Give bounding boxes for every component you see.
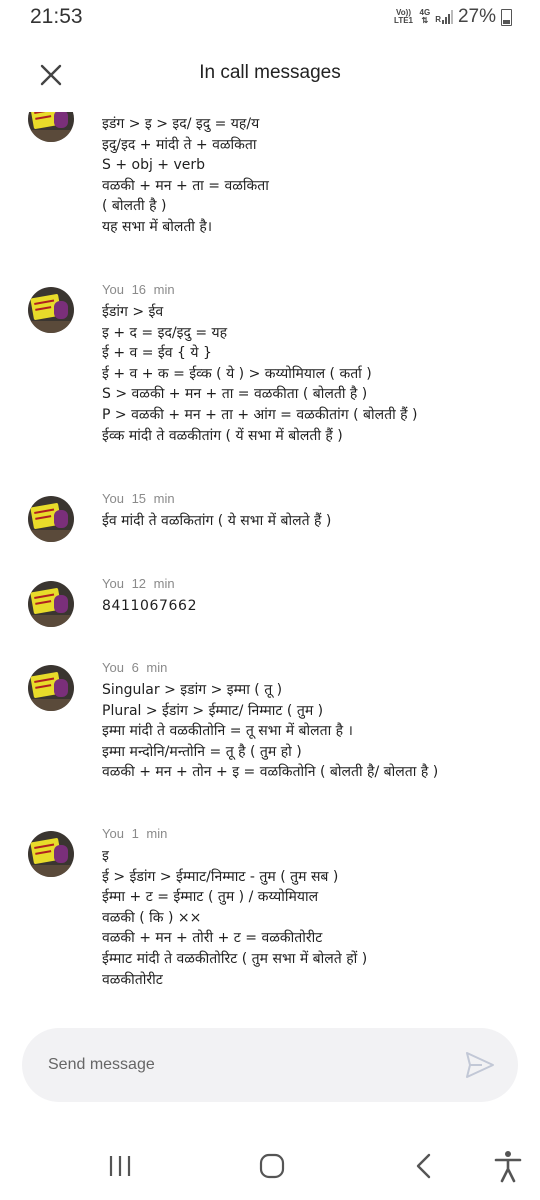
message-body: इ ई > ईडांग > ईम्माट/निम्माट - तुम ( तुम… <box>102 846 367 990</box>
message-line: S > वळकी + मन + ता = वळकीता ( बोलती है ) <box>102 386 368 403</box>
message-line: इम्मा मन्दोनि/मन्तोनि = तू है ( तुम हो ) <box>102 743 302 760</box>
message-body: ईव मांदी ते वळकितांग ( ये सभा में बोलते … <box>102 511 331 532</box>
message-line: ईम्माट मांदी ते वळकीतोरिट ( तुम सभा में … <box>102 950 368 967</box>
message-line: ई > ईडांग > ईम्माट/निम्माट - तुम ( तुम स… <box>102 868 339 885</box>
message-line: ईव्क मांदी ते वळकीतांग ( यें सभा में बोल… <box>102 427 343 444</box>
message-line: S + obj + verb <box>102 157 206 174</box>
sender-name: You <box>102 826 124 841</box>
message-time: 1 min <box>131 826 168 841</box>
volte-indicator: Vo)) LTE1 <box>394 8 413 25</box>
sender-name: You <box>102 282 124 297</box>
network-indicator: 4G ⇅ <box>420 9 431 25</box>
message-meta: You 6 min <box>102 660 167 675</box>
message-line: वळकी + मन + तोरी + ट = वळकीतोरीट <box>102 930 323 947</box>
message-line: ईम्मा + ट = ईम्माट ( तुम ) / कय्योमियाल <box>102 889 319 906</box>
home-button[interactable] <box>252 1148 292 1184</box>
message-time: 16 min <box>131 282 175 297</box>
message-line: वळकी + मन + ता = वळकिता <box>102 177 269 194</box>
battery-percent: 27% <box>457 6 496 27</box>
message-line: इडंग > इ > इद/ इदु = यह/य <box>102 116 260 132</box>
sender-name: You <box>102 491 124 506</box>
sender-name: You <box>102 660 124 675</box>
message-body: ईडांग > ईव इ + द = इद/इदु = यह ई + व = ई… <box>102 302 418 446</box>
roaming-indicator: R <box>435 15 441 24</box>
message-body: इडंग > इ > इद/ इदु = यह/य इदु/इद + मांदी… <box>102 114 269 238</box>
message-line: ईव मांदी ते वळकितांग ( ये सभा में बोलते … <box>102 513 332 529</box>
message-body: Singular > इडांग > इम्मा ( तू ) Plural >… <box>102 680 438 783</box>
message-line: इ + द = इद/इदु = यह <box>102 324 228 341</box>
home-icon <box>259 1153 285 1179</box>
page-title: In call messages <box>199 62 341 83</box>
message-line: P > वळकी + मन + ता + आंग = वळकीतांग ( बो… <box>102 406 418 423</box>
message-line: ई + व = ईव { ये } <box>102 345 212 362</box>
system-nav-bar <box>0 1130 540 1200</box>
message-meta: You 1 min <box>102 826 167 841</box>
message-time: 6 min <box>131 660 168 675</box>
recent-apps-icon <box>109 1156 131 1176</box>
message-line: इ <box>102 848 109 864</box>
message-meta: You 15 min <box>102 491 175 506</box>
message-body: 8411067662 <box>102 596 197 617</box>
send-icon <box>466 1052 494 1078</box>
message-input[interactable]: Send message <box>48 1056 155 1074</box>
clock: 21:53 <box>30 5 83 28</box>
avatar <box>28 581 74 627</box>
message-time: 15 min <box>131 491 175 506</box>
status-icons: Vo)) LTE1 4G ⇅ R 27% <box>393 6 512 28</box>
message-meta: You 16 min <box>102 282 175 297</box>
back-button[interactable] <box>404 1148 444 1184</box>
message-line: Singular > इडांग > इम्मा ( तू ) <box>102 682 283 698</box>
message-line: इदु/इद + मांदी ते + वळकिता <box>102 136 257 153</box>
app-header: In call messages <box>0 40 540 110</box>
status-bar: 21:53 Vo)) LTE1 4G ⇅ R 27% <box>0 0 540 36</box>
message-line: वळकी ( कि ) ×× <box>102 909 202 926</box>
message-line: ईडांग > ईव <box>102 304 164 320</box>
message-time: 12 min <box>131 576 175 591</box>
avatar <box>28 287 74 333</box>
message-line: इम्मा मांदी ते वळकीतोनि = तू सभा में बोल… <box>102 723 353 740</box>
message-line: वळकीतोरीट <box>102 971 163 988</box>
message-meta: You 12 min <box>102 576 175 591</box>
message-line: 8411067662 <box>102 598 198 614</box>
message-line: ( बोलती है ) <box>102 198 167 215</box>
avatar <box>28 496 74 542</box>
message-line: यह सभा में बोलती है। <box>102 218 213 235</box>
avatar <box>28 831 74 877</box>
message-composer: Send message <box>22 1028 518 1102</box>
accessibility-button[interactable] <box>488 1148 528 1184</box>
message-line: वळकी + मन + तोन + इ = वळकितोनि ( बोलती ह… <box>102 764 439 781</box>
back-icon <box>416 1153 431 1179</box>
signal-icon: R <box>435 10 453 24</box>
data-arrows-icon: ⇅ <box>421 16 429 25</box>
message-list[interactable]: इडंग > इ > इद/ इदु = यह/य इदु/इद + मांदी… <box>0 112 540 1017</box>
avatar <box>28 112 74 142</box>
recent-apps-button[interactable] <box>100 1148 140 1184</box>
sender-name: You <box>102 576 124 591</box>
send-button[interactable] <box>464 1050 496 1080</box>
battery-icon <box>501 8 512 26</box>
avatar <box>28 665 74 711</box>
message-line: ई + व + क = ईव्क ( ये ) > कय्योमियाल ( क… <box>102 365 372 382</box>
message-line: Plural > ईडांग > ईम्माट/ निम्माट ( तुम ) <box>102 702 324 719</box>
accessibility-icon <box>494 1151 522 1183</box>
